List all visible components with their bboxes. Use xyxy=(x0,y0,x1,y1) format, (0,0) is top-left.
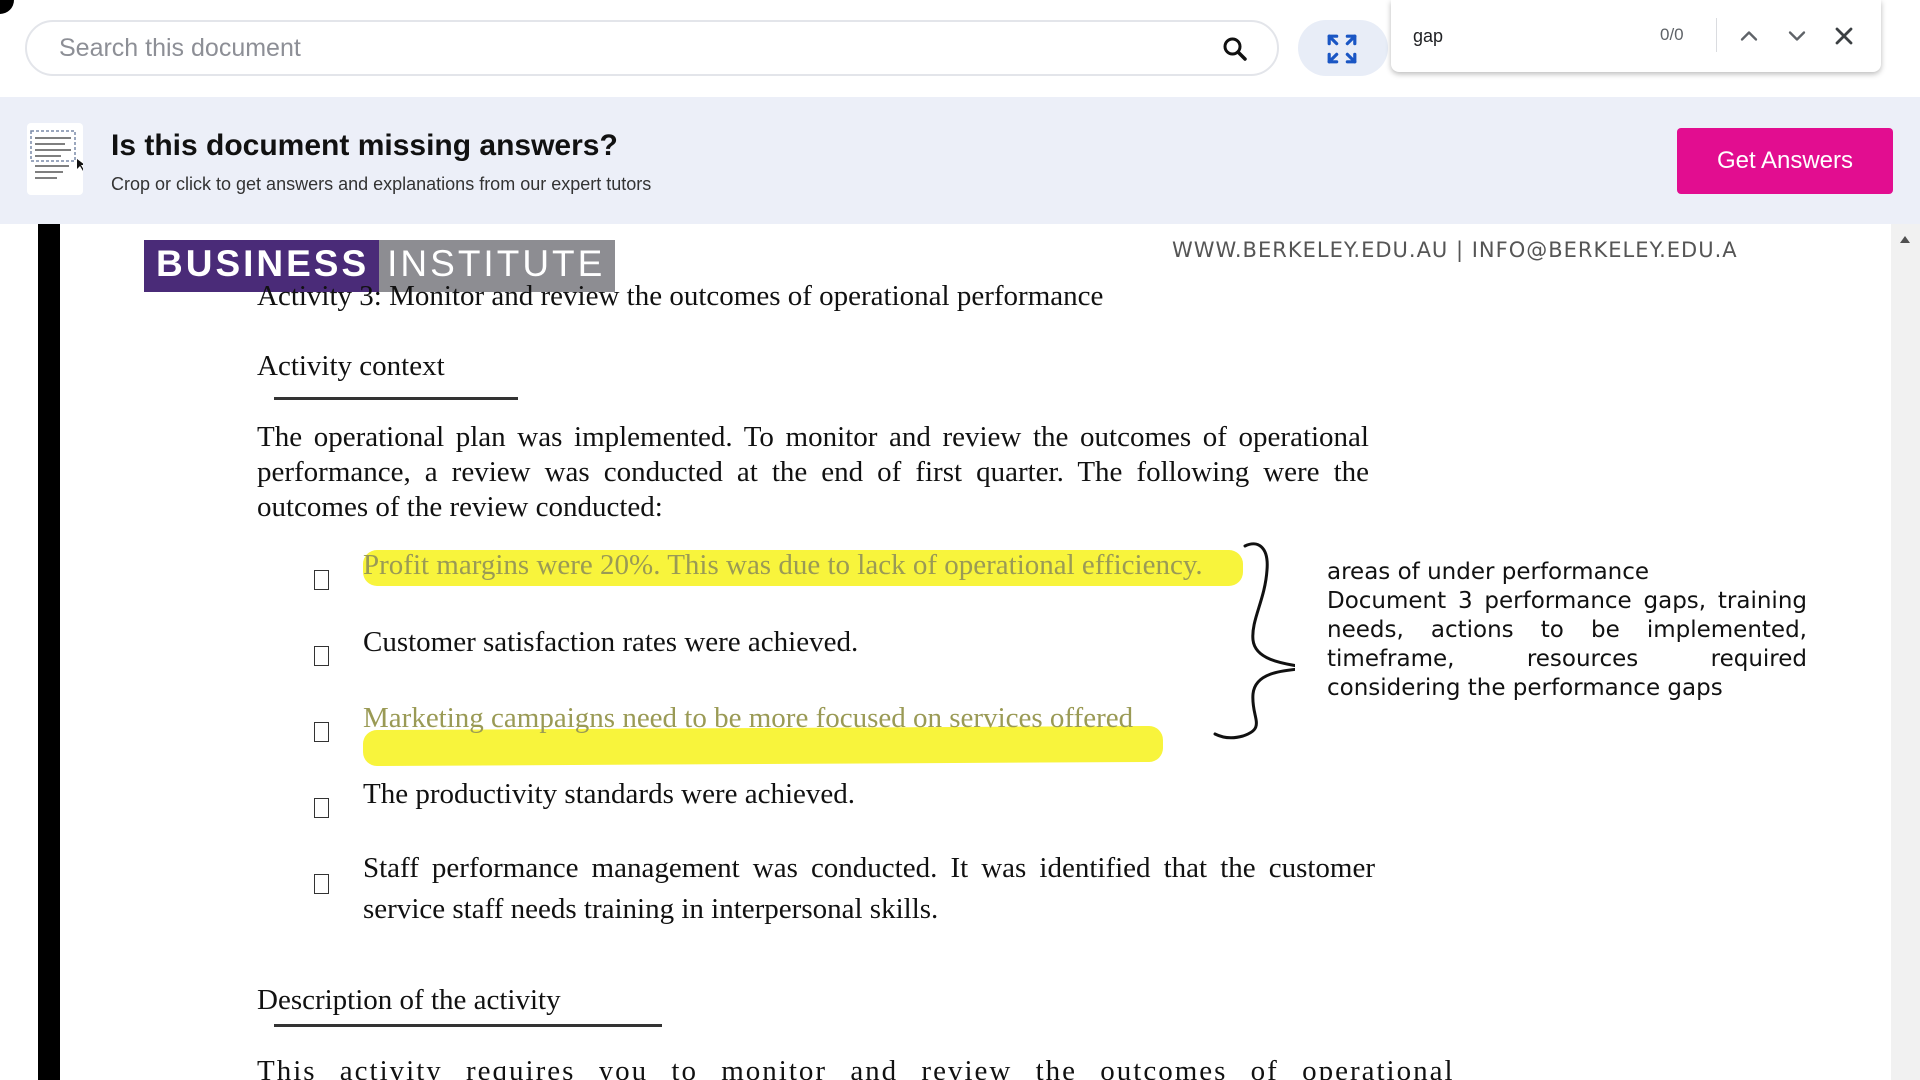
list-item: Customer satisfaction rates were achieve… xyxy=(363,626,859,658)
context-heading-underline xyxy=(274,397,518,400)
document-crop-icon xyxy=(27,123,85,195)
context-paragraph: The operational plan was implemented. To… xyxy=(257,421,1369,523)
fullscreen-button[interactable] xyxy=(1298,20,1388,76)
bullet-marker xyxy=(314,722,329,742)
vertical-scrollbar[interactable] xyxy=(1891,224,1920,1080)
list-item: Staff performance management was conduct… xyxy=(363,852,1375,925)
list-item: Profit margins were 20%. This was due to… xyxy=(363,549,1203,581)
annotation-line-1: areas of under performance xyxy=(1327,559,1650,585)
document-search-input[interactable] xyxy=(59,22,1159,74)
document-search-box[interactable] xyxy=(25,20,1279,76)
find-result-count: 0/0 xyxy=(1660,25,1684,44)
scroll-up-arrow-icon[interactable] xyxy=(1898,233,1912,247)
document-viewer[interactable]: BUSINESS INSTITUTE WWW.BERKELEY.EDU.AU |… xyxy=(0,224,1920,1080)
margin-annotation: areas of under performance Document 3 pe… xyxy=(1327,558,1807,703)
header-contact: WWW.BERKELEY.EDU.AU | INFO@BERKELEY.EDU.… xyxy=(1172,238,1738,262)
handwritten-brace xyxy=(1213,542,1295,740)
search-icon[interactable] xyxy=(1220,34,1250,64)
description-heading: Description of the activity xyxy=(257,984,561,1016)
expand-icon xyxy=(1327,34,1357,64)
get-answers-button[interactable]: Get Answers xyxy=(1677,128,1893,194)
banner-subtitle: Crop or click to get answers and explana… xyxy=(111,174,652,194)
description-paragraph: This activity requires you to monitor an… xyxy=(257,1055,1455,1080)
missing-answers-banner: Is this document missing answers? Crop o… xyxy=(0,97,1920,224)
chevron-up-icon[interactable] xyxy=(1735,22,1763,50)
context-heading: Activity context xyxy=(257,350,445,382)
find-divider xyxy=(1716,18,1717,52)
bullet-marker xyxy=(314,570,329,590)
chevron-down-icon[interactable] xyxy=(1783,22,1811,50)
bullet-marker xyxy=(314,798,329,818)
window-corner xyxy=(0,0,14,14)
annotation-line-2: Document 3 performance gaps, training ne… xyxy=(1327,588,1807,701)
page-left-edge xyxy=(38,224,60,1080)
activity-title: Activity 3: Monitor and review the outco… xyxy=(257,280,1104,312)
bullet-marker xyxy=(314,646,329,666)
bullet-marker xyxy=(314,874,329,894)
list-item: Marketing campaigns need to be more focu… xyxy=(363,702,1134,734)
find-input[interactable] xyxy=(1413,20,1633,52)
banner-title: Is this document missing answers? xyxy=(111,129,618,162)
close-icon[interactable] xyxy=(1830,22,1858,50)
description-heading-underline xyxy=(274,1024,662,1027)
list-item: The productivity standards were achieved… xyxy=(363,778,856,810)
top-toolbar: 0/0 xyxy=(0,0,1920,97)
